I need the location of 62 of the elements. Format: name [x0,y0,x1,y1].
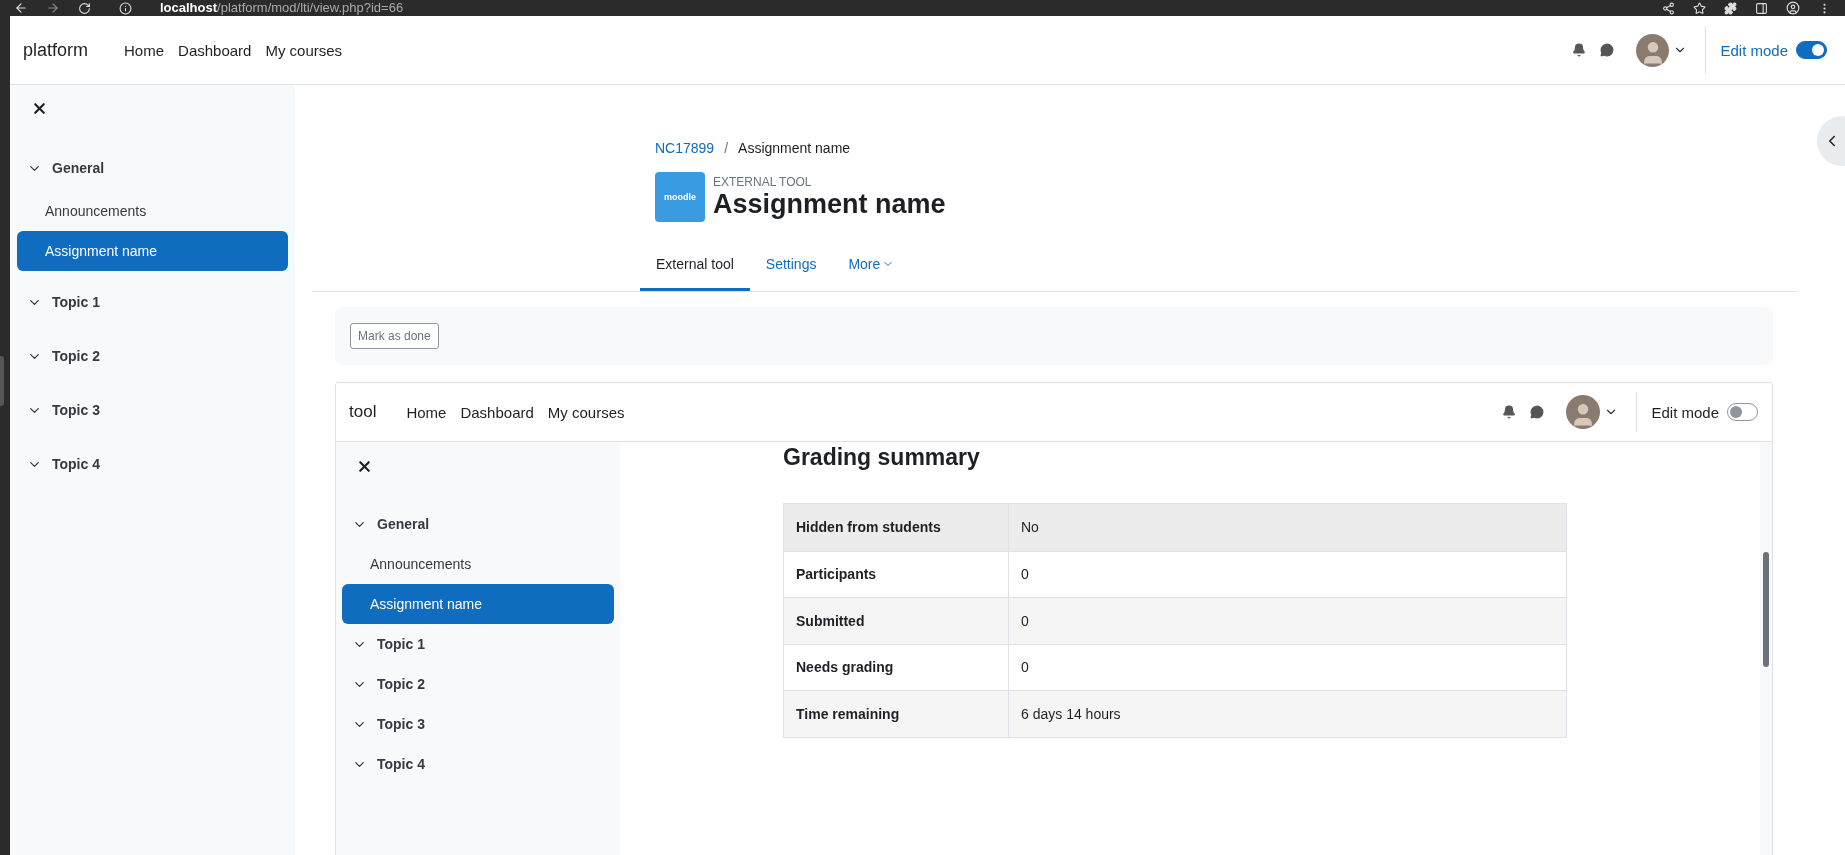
breadcrumb-separator: / [724,140,729,156]
nav-tab[interactable]: Settings [749,240,833,291]
nav-link[interactable]: Home [406,403,447,421]
table-cell-text: 6 days 14 hours [1020,704,1122,724]
edit-mode-label: Edit mode [1651,403,1719,421]
edit-mode-switch[interactable] [1796,41,1827,59]
nav-link[interactable]: My courses [547,403,625,421]
nav-link[interactable]: My courses [265,41,343,59]
scrollbar[interactable] [1760,442,1772,855]
close-icon[interactable] [31,100,48,117]
page-title: Assignment name [713,189,946,219]
breadcrumb-link[interactable]: NC17899 [655,140,715,156]
profile-icon[interactable] [1786,1,1800,15]
breadcrumb-current: Assignment name [738,140,851,156]
course-index-item[interactable]: Announcements [17,191,288,231]
star-icon[interactable] [1693,1,1706,15]
nav-link[interactable]: Dashboard [460,403,534,421]
side-panel-icon[interactable] [1755,1,1768,15]
nav-tab[interactable]: More [832,240,911,291]
table-cell-text: 0 [1020,658,1030,678]
section-title[interactable]: General [377,516,430,532]
info-icon[interactable] [119,1,132,15]
section-title[interactable]: Topic 4 [52,456,100,472]
edit-mode-switch[interactable] [1727,403,1758,421]
chat-bubble-icon[interactable] [1600,43,1615,57]
chat-bubble-icon[interactable] [1530,405,1545,419]
reload-icon[interactable] [78,1,91,15]
section-title[interactable]: Topic 3 [52,402,100,418]
nav-link[interactable]: Dashboard [178,41,252,59]
user-avatar[interactable] [1566,395,1601,429]
section-title[interactable]: Topic 4 [377,756,425,772]
course-index-item[interactable]: Assignment name [17,231,288,271]
table-cell-text: 0 [1020,611,1030,631]
table-header-cell: Hidden from students [784,504,1009,551]
address-text[interactable]: localhost/platform/mod/lti/view.php?id=66 [160,0,404,16]
section-title[interactable]: Topic 2 [377,676,425,692]
edit-mode-label: Edit mode [1720,41,1788,59]
section-heading: Grading summary [783,443,981,472]
section-title[interactable]: General [52,160,105,176]
course-index-item[interactable]: Assignment name [342,584,614,624]
section-title[interactable]: Topic 3 [377,716,425,732]
nav-link[interactable]: Home [124,41,165,59]
activity-logo: moodle [655,172,705,222]
section-title[interactable]: Topic 2 [52,348,100,364]
site-name[interactable]: platform [23,39,89,61]
table-header-cell: Time remaining [784,691,1009,737]
mark-as-done-button[interactable]: Mark as done [350,323,439,349]
share-icon[interactable] [1662,1,1675,15]
notification-bell-icon[interactable] [1572,43,1587,57]
notification-bell-icon[interactable] [1502,405,1517,419]
section-title[interactable]: Topic 1 [52,294,100,310]
close-icon[interactable] [356,458,373,475]
puzzle-icon[interactable] [1724,1,1737,15]
course-index-item[interactable]: Announcements [342,544,614,584]
table-cell-text: 0 [1020,565,1030,585]
section-title[interactable]: Topic 1 [377,636,425,652]
table-cell-text: No [1020,518,1040,538]
user-avatar[interactable] [1636,33,1670,67]
table-header-cell: Submitted [784,598,1009,644]
site-name[interactable]: tool [349,402,377,422]
nav-tab[interactable]: External tool [640,240,750,291]
activity-type: EXTERNAL TOOL [713,175,813,189]
